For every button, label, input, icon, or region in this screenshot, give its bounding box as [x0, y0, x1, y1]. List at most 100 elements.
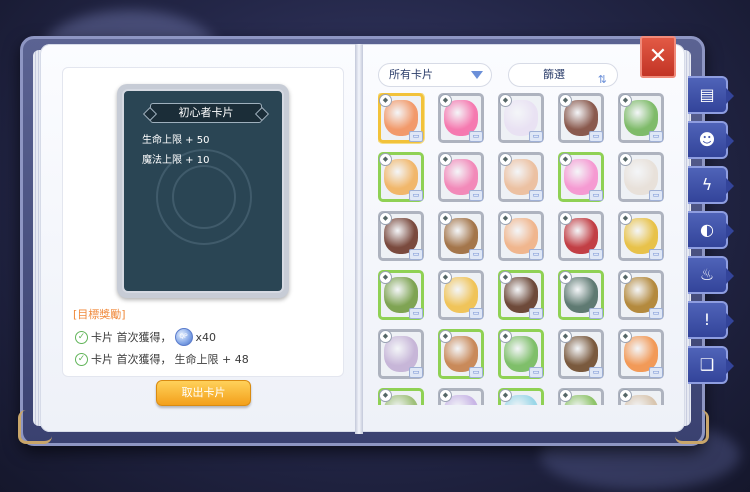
savage-babe-card[interactable]: ◆ ▭ [618, 152, 664, 202]
condor-card[interactable]: ◆ ▭ [438, 270, 484, 320]
card-count-icon: ▭ [529, 367, 543, 378]
card-type-icon: ◆ [439, 271, 452, 284]
card-count-icon: ▭ [409, 131, 423, 142]
card-type-icon: ◆ [559, 389, 572, 402]
card-count-icon: ▭ [529, 190, 543, 201]
card-27[interactable]: ◆▭ [438, 388, 484, 405]
card-type-icon: ◆ [559, 212, 572, 225]
card-stat-hp: 生命上限 + 50 [142, 135, 210, 146]
close-button[interactable]: ✕ [640, 36, 676, 78]
card-count-icon: ▭ [589, 131, 603, 142]
card-count-icon: ▭ [649, 190, 663, 201]
card-type-icon: ◆ [379, 212, 392, 225]
card-count-icon: ▭ [529, 308, 543, 319]
card-name: 初心者卡片 [150, 103, 262, 123]
yoyo-card[interactable]: ◆ ▭ [378, 329, 424, 379]
card-type-icon: ◆ [619, 212, 632, 225]
spore-card[interactable]: ◆ ▭ [498, 152, 544, 202]
open-book-icon[interactable]: ❑ [688, 346, 734, 384]
card-stack-icon[interactable]: ▤ [688, 76, 734, 114]
card-type-icon: ◆ [559, 153, 572, 166]
card-type-icon: ◆ [559, 271, 572, 284]
card-type-icon: ◆ [379, 271, 392, 284]
orc-warrior-card[interactable]: ◆ ▭ [558, 329, 604, 379]
familiar-card[interactable]: ◆ ▭ [558, 270, 604, 320]
chevron-down-icon [471, 71, 483, 79]
take-card-button[interactable]: 取出卡片 [156, 380, 251, 406]
reward-amount: 生命上限 + 48 [174, 353, 249, 366]
magic-circle-icon [172, 165, 236, 229]
card-count-icon: ▭ [529, 249, 543, 260]
claw-icon[interactable]: ϟ [688, 166, 734, 204]
card-29[interactable]: ◆▭ [558, 388, 604, 405]
gem-icon: QP [174, 328, 193, 346]
card-28[interactable]: ◆▭ [498, 388, 544, 405]
card-count-icon: ▭ [469, 190, 483, 201]
filter-button[interactable]: 篩選 ⇅ [508, 63, 618, 87]
reward-text: 卡片 首次獲得， [91, 331, 172, 344]
card-count-icon: ▭ [589, 249, 603, 260]
card-type-icon: ◆ [499, 389, 512, 402]
reward-title: [目標獎勵] [73, 308, 126, 321]
card-type-icon: ◆ [619, 330, 632, 343]
card-type-icon: ◆ [499, 271, 512, 284]
poison-spore-card[interactable]: ◆ ▭ [558, 211, 604, 261]
card-type-icon: ◆ [499, 153, 512, 166]
category-dropdown[interactable]: 所有卡片 [378, 63, 492, 87]
angeling-card[interactable]: ◆ ▭ [558, 152, 604, 202]
check-icon: ✓ [75, 330, 88, 344]
rocker-card[interactable]: ◆ ▭ [378, 211, 424, 261]
card-count-icon: ▭ [469, 131, 483, 142]
card-count-icon: ▭ [589, 190, 603, 201]
card-type-icon: ◆ [619, 271, 632, 284]
book-spine [355, 44, 363, 434]
poring-card[interactable]: ◆ ▭ [438, 93, 484, 143]
reward-row: ✓ 卡片 首次獲得， QP x40 [75, 328, 216, 346]
drops-card[interactable]: ◆ ▭ [378, 152, 424, 202]
reward-text: 卡片 首次獲得， [91, 353, 172, 366]
card-count-icon: ▭ [469, 367, 483, 378]
hornet-card[interactable]: ◆ ▭ [498, 270, 544, 320]
card-count-icon: ▭ [649, 249, 663, 260]
card-type-icon: ◆ [379, 389, 392, 402]
card-count-icon: ▭ [589, 367, 603, 378]
poring-face-icon[interactable]: ☻ [688, 121, 734, 159]
card-30[interactable]: ◆▭ [618, 388, 664, 405]
card-type-icon: ◆ [619, 153, 632, 166]
card-type-icon: ◆ [499, 330, 512, 343]
novice-card[interactable]: ◆ ▭ [378, 93, 424, 143]
fish-icon[interactable]: ◐ [688, 211, 734, 249]
card-count-icon: ▭ [469, 249, 483, 260]
card-count-icon: ▭ [409, 249, 423, 260]
card-preview: 初心者卡片 生命上限 + 50 魔法上限 + 10 [117, 84, 289, 298]
card-type-icon: ◆ [439, 153, 452, 166]
card-count-icon: ▭ [649, 367, 663, 378]
thief-bug-egg-card[interactable]: ◆ ▭ [498, 211, 544, 261]
card-type-icon: ◆ [559, 94, 572, 107]
ambernite-card[interactable]: ◆ ▭ [618, 270, 664, 320]
chef-hat-icon[interactable]: ♨ [688, 256, 734, 294]
pupa-card[interactable]: ◆ ▭ [618, 93, 664, 143]
card-count-icon: ▭ [409, 190, 423, 201]
card-26[interactable]: ◆▭ [378, 388, 424, 405]
card-count-icon: ▭ [409, 308, 423, 319]
poporing-card[interactable]: ◆ ▭ [438, 152, 484, 202]
lunatic-card[interactable]: ◆ ▭ [498, 93, 544, 143]
card-grid: ◆ ▭ ◆ ▭ ◆ ▭ ◆ ▭ ◆ ▭ ◆ ▭ ◆ ▭ ◆ ▭ ◆ ▭ ◆ ▭ ◆ ▭ ◆ ▭ ◆ ▭ ◆ ▭ ◆ ▭ ◆ ▭ ◆ ▭ ◆ ▭ ◆ ▭ ◆ ▭… [378, 93, 668, 405]
ghostring-card[interactable]: ◆ ▭ [618, 211, 664, 261]
thief-bug-card[interactable]: ◆ ▭ [378, 270, 424, 320]
willow-card[interactable]: ◆ ▭ [438, 211, 484, 261]
card-count-icon: ▭ [649, 131, 663, 142]
card-type-icon: ◆ [439, 94, 452, 107]
card-type-icon: ◆ [619, 389, 632, 402]
card-type-icon: ◆ [499, 212, 512, 225]
mandragora-card[interactable]: ◆ ▭ [438, 329, 484, 379]
card-type-icon: ◆ [379, 94, 392, 107]
fabre-card[interactable]: ◆ ▭ [558, 93, 604, 143]
desert-wolf-card[interactable]: ◆ ▭ [618, 329, 664, 379]
card-type-icon: ◆ [559, 330, 572, 343]
card-type-icon: ◆ [619, 94, 632, 107]
card-type-icon: ◆ [439, 330, 452, 343]
pin-icon[interactable]: ! [688, 301, 734, 339]
elder-willow-card[interactable]: ◆ ▭ [498, 329, 544, 379]
